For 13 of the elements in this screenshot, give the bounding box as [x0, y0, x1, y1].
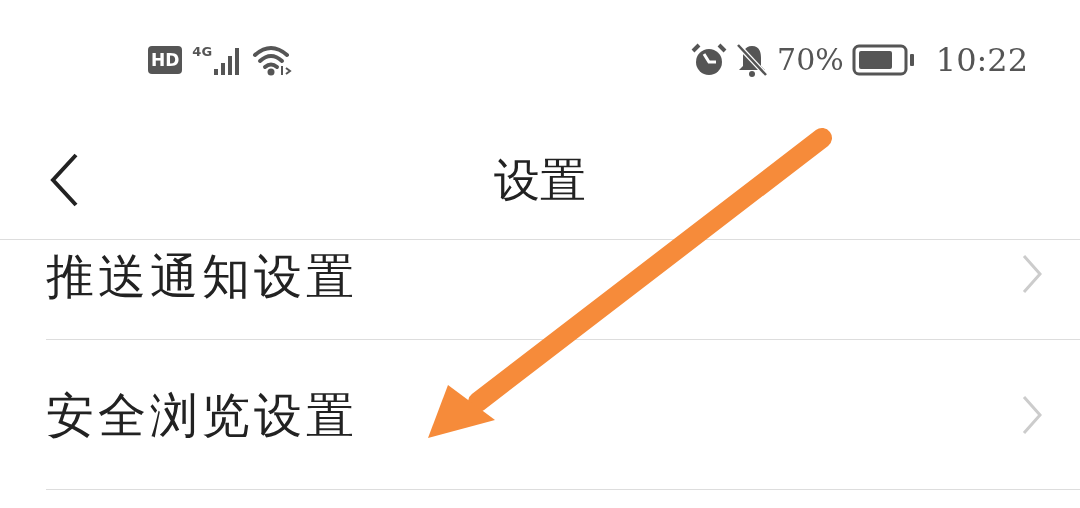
row-label: 推送通知设置	[46, 247, 358, 306]
alarm-icon	[691, 42, 728, 78]
chevron-icon	[1022, 254, 1042, 294]
battery-icon	[851, 44, 916, 76]
chevron-icon	[1022, 394, 1042, 435]
network-label: 4G	[192, 45, 213, 58]
hd-badge: HD	[148, 46, 183, 74]
page-title: 设置	[494, 156, 586, 203]
clock-time: 10:22	[935, 44, 1028, 76]
battery-percent: 70%	[777, 45, 844, 75]
row-label: 安全浏览设置	[46, 385, 358, 445]
muted-bell-icon	[735, 42, 770, 78]
settings-row[interactable]: 推送通知设置	[46, 240, 1080, 340]
